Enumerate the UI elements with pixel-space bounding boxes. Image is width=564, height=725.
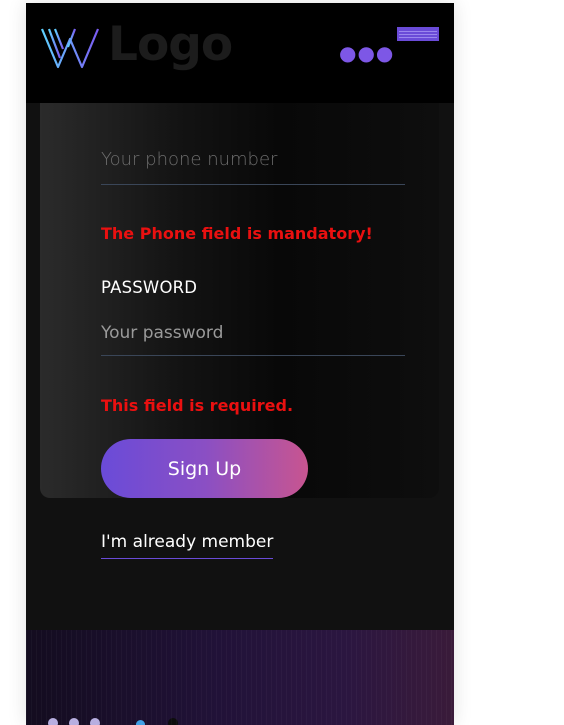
carousel-dot-icon[interactable] [69,718,79,725]
phone-placeholder: Your phone number [101,149,278,170]
carousel-dot-icon[interactable] [90,718,100,725]
top-navbar: Logo ●●● [26,3,454,103]
password-error-message: This field is required. [101,396,294,415]
phone-error-message: The Phone field is mandatory! [101,224,373,243]
mobile-frame: Your phone number The Phone field is man… [26,3,454,725]
carousel-dot-icon[interactable] [48,718,58,725]
signup-card: Your phone number The Phone field is man… [40,63,439,559]
signup-button[interactable]: Sign Up [101,439,308,498]
more-options-icon[interactable]: ●●● [339,41,394,65]
carousel-dot-active-icon[interactable] [136,720,145,725]
footer-decorative-band [26,630,454,725]
logo-mark-icon [40,28,100,69]
already-member-link[interactable]: I'm already member [101,532,274,559]
password-field [101,315,405,356]
password-label: PASSWORD [101,278,198,297]
carousel-dot-icon[interactable] [168,718,178,725]
logo-text[interactable]: Logo [108,17,233,72]
password-input[interactable] [101,315,405,351]
hamburger-menu-icon[interactable] [397,27,439,41]
phone-field[interactable]: Your phone number [101,147,405,185]
